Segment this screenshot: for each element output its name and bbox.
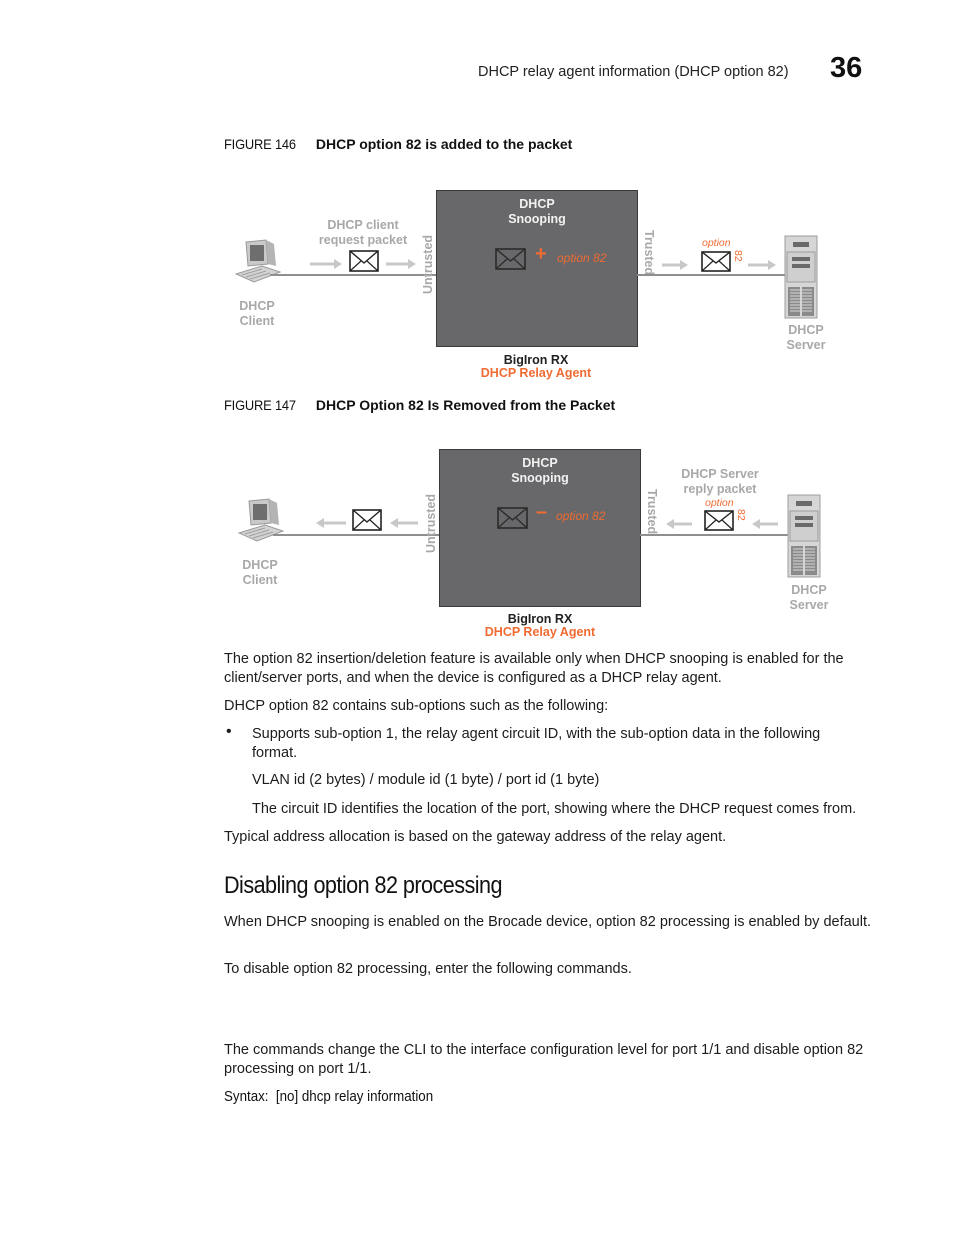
option-82-label: option 82: [556, 509, 606, 523]
reply-flow-from-server: [666, 510, 778, 531]
device-role: DHCP Relay Agent: [484, 625, 596, 639]
packet-label-line1: DHCP Server: [681, 467, 759, 481]
paragraph-default-enabled: When DHCP snooping is enabled on the Bro…: [224, 914, 872, 930]
arrow-left-icon: [666, 519, 692, 529]
minus-icon: –: [536, 501, 548, 523]
arrow-left-icon: [752, 519, 778, 529]
syntax-no-keyword: no: [279, 1089, 295, 1105]
snooping-title-line2: Snooping: [511, 471, 569, 485]
paragraph-suboptions-intro: DHCP option 82 contains sub-options such…: [224, 698, 609, 714]
dhcp-snooping-box: DHCP Snooping – option 82: [439, 449, 641, 607]
envelope-icon: [497, 507, 528, 529]
bullet-suboption-1: Supports sub-option 1, the relay agent c…: [252, 726, 821, 761]
format-line: VLAN id (2 bytes) / module id (1 byte) /…: [252, 772, 600, 788]
computer-icon: [237, 498, 285, 542]
client-label-line2: Client: [242, 573, 278, 587]
untrusted-port-label: Untrusted: [424, 493, 438, 553]
envelope-icon: [352, 509, 382, 531]
syntax-command: dhcp relay information: [301, 1089, 434, 1105]
envelope-icon: [704, 510, 734, 531]
device-name: BigIron RX: [507, 612, 573, 626]
syntax-line: Syntax: [no] dhcp relay information: [224, 1089, 433, 1105]
client-label-line1: DHCP: [242, 558, 278, 572]
paragraph-address-allocation: Typical address allocation is based on t…: [224, 829, 727, 845]
packet-label-line2: reply packet: [683, 482, 757, 496]
trusted-port-label: Trusted: [645, 489, 659, 535]
bullet-icon: •: [226, 723, 232, 740]
section-heading: Disabling option 82 processing: [224, 872, 503, 899]
circuit-id-note: The circuit ID identifies the location o…: [252, 801, 857, 817]
server-link-line: [640, 534, 790, 536]
client-link-line: [273, 534, 439, 536]
server-label: DHCP Server: [783, 583, 835, 613]
paragraph-disable-instructions: To disable option 82 processing, enter t…: [224, 961, 632, 977]
paragraph-feature-availability: The option 82 insertion/deletion feature…: [224, 651, 844, 686]
arrow-left-icon: [316, 518, 346, 528]
packet-label: DHCP Server reply packet: [670, 467, 770, 497]
paragraph-commands-explanation: The commands change the CLI to the inter…: [224, 1042, 864, 1077]
snooping-title: DHCP Snooping: [440, 456, 640, 486]
snooping-title-line1: DHCP: [522, 456, 558, 470]
arrow-left-icon: [390, 518, 418, 528]
syntax-label: Syntax:: [224, 1089, 269, 1105]
client-label: DHCP Client: [234, 558, 286, 588]
syntax-close-bracket: ]: [294, 1089, 299, 1105]
server-icon: [787, 494, 821, 578]
reply-flow-to-client: [316, 509, 418, 531]
server-label-line1: DHCP: [791, 583, 827, 597]
figure-147-diagram: DHCP Client Untrusted DHCP Snooping – op…: [0, 0, 954, 650]
server-label-line2: Server: [789, 598, 829, 612]
